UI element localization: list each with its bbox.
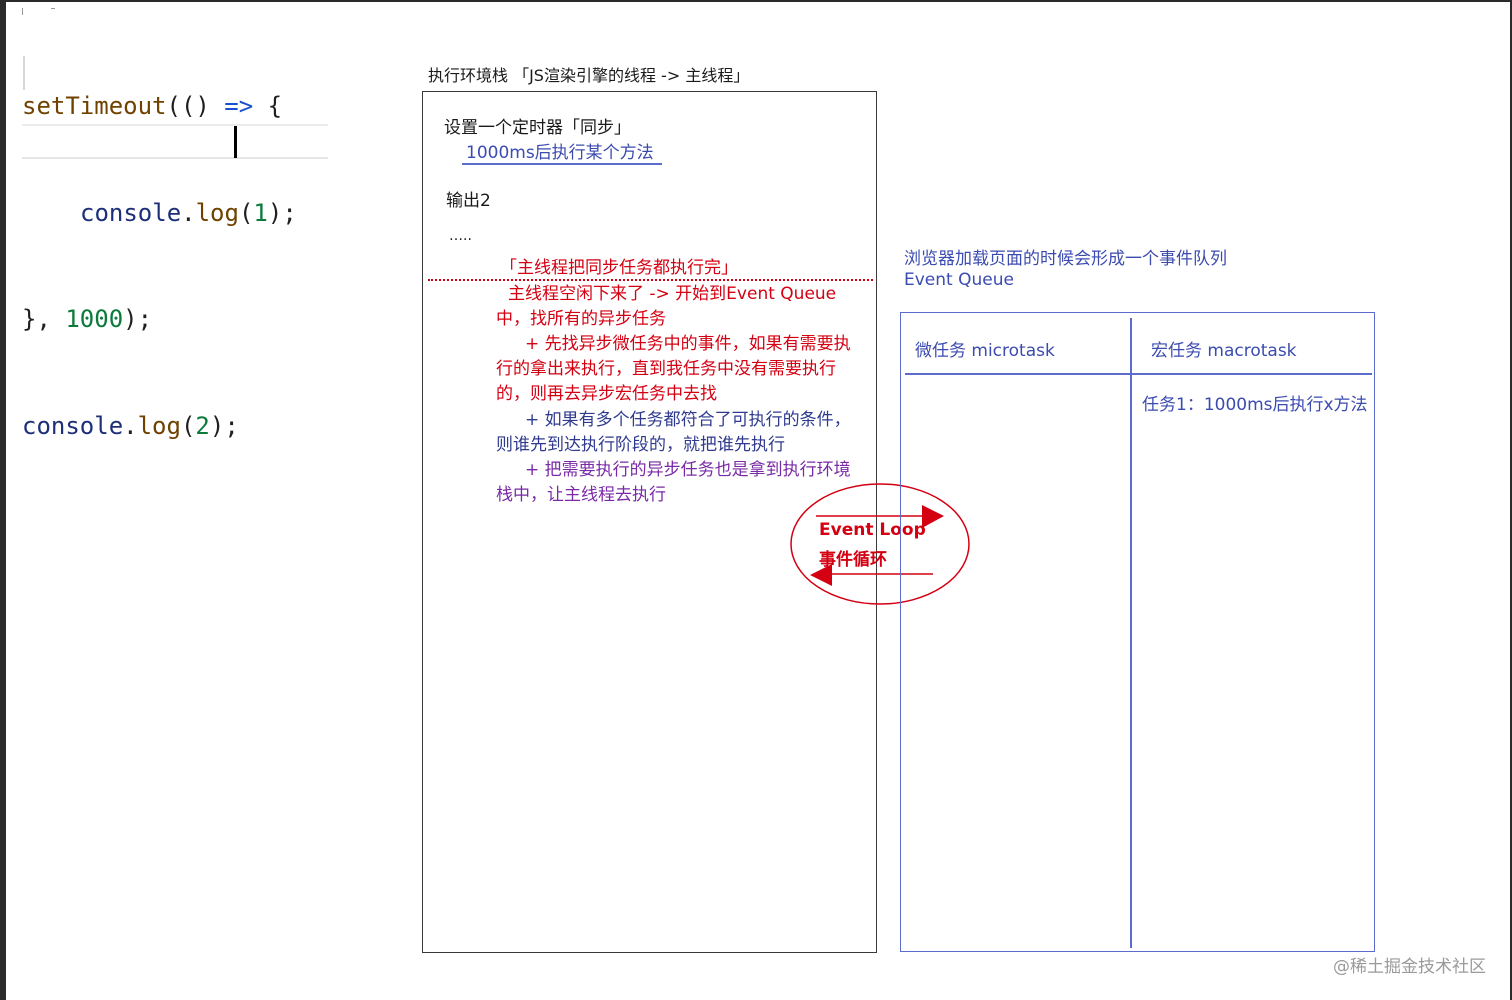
- queue-name: Event Queue: [904, 270, 1014, 290]
- code-token-punctuation: .: [123, 411, 138, 440]
- code-editor[interactable]: setTimeout(() => { console.log(1); }, 10…: [22, 18, 297, 480]
- code-token-punctuation: );: [209, 411, 239, 440]
- code-line-2: console.log(1);: [22, 196, 297, 232]
- push-rule-line2: 栈中，让主线程去执行: [496, 485, 666, 505]
- code-token-method: log: [195, 198, 239, 227]
- code-token-arrow: =>: [224, 92, 254, 120]
- code-line-3: }, 1000);: [22, 302, 297, 338]
- queue-description: 浏览器加载页面的时候会形成一个事件队列: [904, 249, 1227, 269]
- code-token-punctuation: },: [22, 305, 66, 333]
- code-token-method: log: [137, 411, 181, 440]
- code-token-punctuation: ((): [166, 92, 225, 120]
- macrotask-item: 任务1：1000ms后执行x方法: [1142, 395, 1368, 415]
- multi-rule-line2: 则谁先到达执行阶段的，就把谁先执行: [496, 435, 785, 455]
- micro-rule-line1: + 先找异步微任务中的事件，如果有需要执: [525, 334, 851, 354]
- stack-title: 执行环境栈 「JS渲染引擎的线程 -> 主线程」: [428, 66, 750, 85]
- window-left-border: [0, 0, 6, 1000]
- code-token-punctuation: .: [181, 198, 196, 227]
- code-token-punctuation: (: [180, 411, 196, 440]
- window-top-border: [0, 0, 1512, 2]
- code-token-number: 1: [253, 198, 268, 227]
- queue-column-divider: [1130, 318, 1132, 948]
- microtask-header: 微任务 microtask: [915, 341, 1055, 361]
- multi-rule-line1: + 如果有多个任务都符合了可执行的条件，: [525, 410, 851, 430]
- code-token-punctuation: {: [253, 92, 283, 120]
- code-token-number: 1000: [65, 305, 124, 333]
- push-rule-line1: + 把需要执行的异步任务也是拿到执行环境: [525, 460, 851, 480]
- event-loop-label-cn: 事件循环: [819, 550, 887, 570]
- timer-detail-underline: [462, 163, 662, 165]
- code-token-punctuation: (: [238, 198, 254, 227]
- stack-item-timer: 设置一个定时器「同步」: [444, 118, 631, 138]
- editor-tick: [22, 8, 23, 15]
- code-line-4: console.log(2);: [22, 409, 297, 445]
- macrotask-header: 宏任务 macrotask: [1151, 341, 1297, 361]
- micro-rule-line3: 的，则再去异步宏任务中去找: [496, 384, 717, 404]
- text-caret: [234, 126, 237, 158]
- watermark: @稀土掘金技术社区: [1333, 957, 1486, 977]
- editor-tick: [51, 8, 55, 9]
- queue-header-divider: [905, 373, 1372, 375]
- idle-note-line1: 主线程空闲下来了 -> 开始到Event Queue: [508, 284, 837, 304]
- code-line-1: setTimeout(() => {: [22, 89, 297, 125]
- stack-item-timer-detail: 1000ms后执行某个方法: [466, 143, 654, 163]
- code-token-punctuation: );: [267, 198, 297, 227]
- code-token-punctuation: );: [123, 305, 153, 333]
- sync-done-note: 「主线程把同步任务都执行完」: [500, 258, 738, 278]
- micro-rule-line2: 行的拿出来执行，直到我任务中没有需要执行: [496, 359, 836, 379]
- code-token-function: setTimeout: [22, 92, 167, 120]
- code-token-object: console: [80, 198, 182, 227]
- stack-ellipsis: …..: [449, 228, 472, 244]
- stack-item-output: 输出2: [446, 191, 491, 211]
- code-token-object: console: [22, 411, 124, 440]
- idle-note-line2: 中，找所有的异步任务: [496, 309, 666, 329]
- code-token-number: 2: [195, 411, 210, 440]
